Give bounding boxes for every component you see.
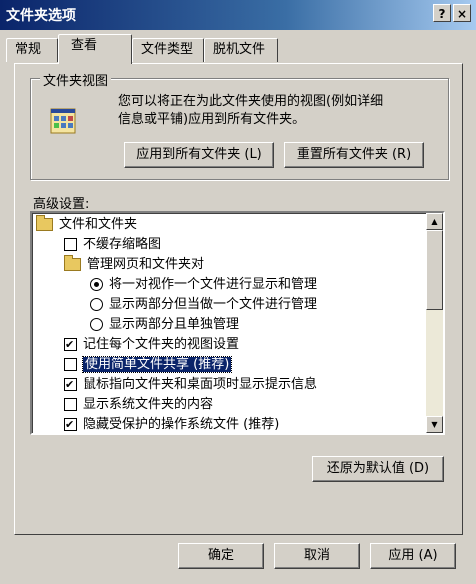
close-button[interactable]: × <box>453 4 471 22</box>
tab-offline-files[interactable]: 脱机文件 <box>204 38 278 62</box>
checkbox[interactable] <box>64 398 77 411</box>
list-item: 管理网页和文件夹对 <box>64 255 204 275</box>
checkbox[interactable] <box>64 358 77 371</box>
checkbox[interactable] <box>64 375 77 395</box>
folder-icon <box>64 255 81 271</box>
vertical-scrollbar[interactable]: ▲ ▼ <box>426 213 443 433</box>
scroll-up-icon[interactable]: ▲ <box>426 213 443 230</box>
apply-to-all-folders-button[interactable]: 应用到所有文件夹 (L) <box>124 142 274 168</box>
tab-general[interactable]: 常规 <box>6 38 58 62</box>
list-item[interactable]: 将一对视作一个文件进行显示和管理 <box>90 275 317 295</box>
restore-defaults-button[interactable]: 还原为默认值 (D) <box>312 456 444 482</box>
scroll-thumb[interactable] <box>426 230 443 310</box>
folder-view-icon <box>50 108 76 134</box>
radio-button[interactable] <box>90 298 103 311</box>
ok-button[interactable]: 确定 <box>178 543 264 569</box>
folder-view-description: 您可以将正在为此文件夹使用的视图(例如详细 信息或平铺)应用到所有文件夹。 <box>118 94 384 127</box>
radio-button[interactable] <box>90 318 103 331</box>
tab-view[interactable]: 查看 <box>58 34 132 64</box>
list-item[interactable]: 使用简单文件共享 (推荐) <box>64 355 233 375</box>
radio-button[interactable] <box>90 278 103 291</box>
checkbox[interactable] <box>64 415 77 433</box>
advanced-settings-label: 高级设置: <box>33 197 90 212</box>
folder-icon <box>36 215 53 231</box>
list-item[interactable]: 显示系统文件夹的内容 <box>64 395 213 415</box>
checkbox[interactable] <box>64 238 77 251</box>
list-item[interactable]: 记住每个文件夹的视图设置 <box>64 335 239 355</box>
cancel-button[interactable]: 取消 <box>274 543 360 569</box>
list-item[interactable]: 隐藏受保护的操作系统文件 (推荐) <box>64 415 279 433</box>
title-bar: 文件夹选项 <box>0 0 476 30</box>
reset-all-folders-button[interactable]: 重置所有文件夹 (R) <box>284 142 424 168</box>
list-item[interactable]: 显示两部分但当做一个文件进行管理 <box>90 295 317 315</box>
scroll-down-icon[interactable]: ▼ <box>426 416 443 433</box>
advanced-settings-list[interactable]: 文件和文件夹 不缓存缩略图 管理网页和文件夹对 将一对视作一个文件进行显示和管理… <box>30 211 445 435</box>
list-item: 文件和文件夹 <box>36 215 137 235</box>
list-item[interactable]: 不缓存缩略图 <box>64 235 161 255</box>
help-button[interactable]: ? <box>433 4 451 22</box>
list-item[interactable]: 鼠标指向文件夹和桌面项时显示提示信息 <box>64 375 317 395</box>
window-title: 文件夹选项 <box>6 8 76 24</box>
list-item[interactable]: 显示两部分且单独管理 <box>90 315 239 335</box>
tab-file-types[interactable]: 文件类型 <box>132 38 204 62</box>
checkbox[interactable] <box>64 335 77 355</box>
folder-view-legend: 文件夹视图 <box>40 70 112 89</box>
apply-button[interactable]: 应用 (A) <box>370 543 456 569</box>
